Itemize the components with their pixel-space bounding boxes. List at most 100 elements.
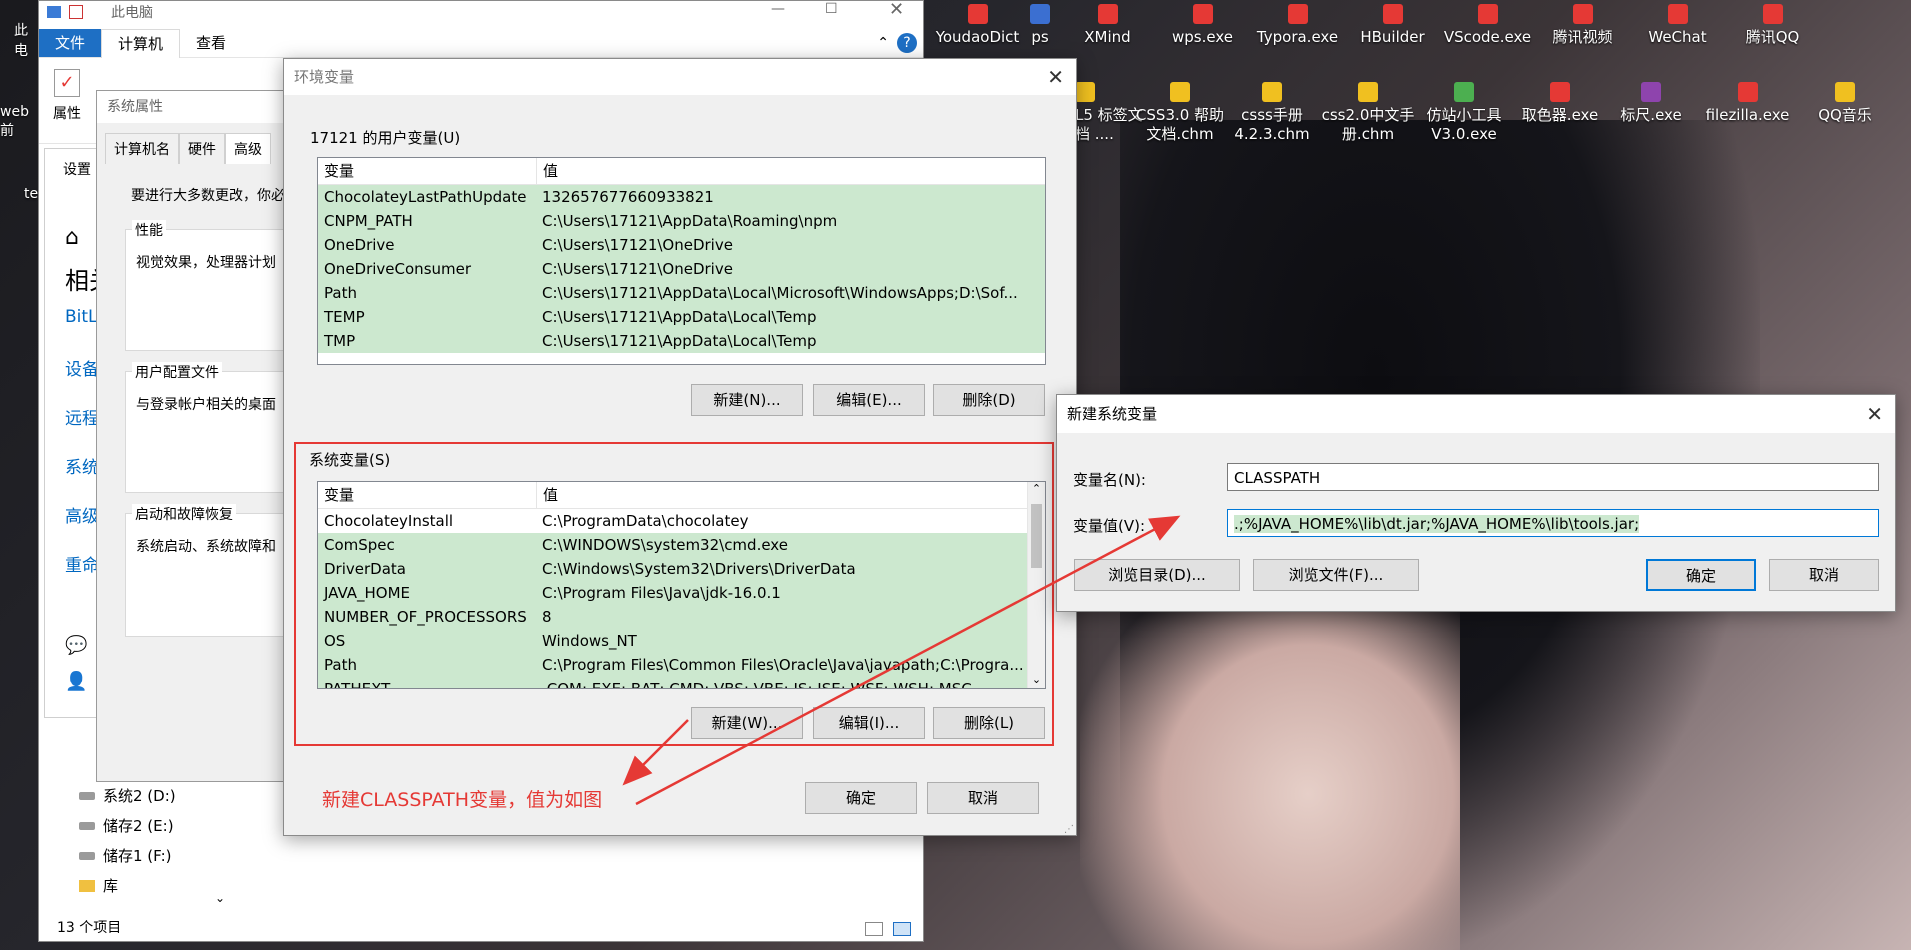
scrollbar-down-icon[interactable]: ⌄ bbox=[215, 891, 225, 905]
ribbon-collapse-icon[interactable]: ⌃ bbox=[877, 35, 889, 51]
desktop-icon-wps[interactable]: wps.exe bbox=[1155, 2, 1250, 47]
minimize-icon[interactable]: — bbox=[771, 1, 785, 17]
wallpaper-figure bbox=[1080, 560, 1460, 950]
item-count: 13 个项目 bbox=[57, 920, 122, 936]
close-icon[interactable]: ✕ bbox=[889, 0, 904, 20]
tab-view[interactable]: 查看 bbox=[180, 29, 242, 57]
system-new-button[interactable]: 新建(W)... bbox=[691, 707, 803, 739]
maximize-icon[interactable]: ☐ bbox=[825, 1, 838, 17]
desktop-icon-css2-doc[interactable]: css2.0中文手册.chm bbox=[1318, 80, 1418, 144]
table-row[interactable]: ComSpec C:\WINDOWS\system32\cmd.exe bbox=[318, 533, 1027, 557]
system-variables-list[interactable]: 变量 值 ChocolateyInstall C:\ProgramData\cho… bbox=[317, 481, 1046, 689]
browse-directory-button[interactable]: 浏览目录(D)... bbox=[1074, 559, 1240, 591]
desktop-icon-fangzhan-tool[interactable]: 仿站小工具V3.0.exe bbox=[1414, 80, 1514, 144]
settings-link-rename[interactable]: 重命 bbox=[65, 551, 99, 576]
tab-computer-name[interactable]: 计算机名 bbox=[105, 133, 179, 164]
table-row[interactable]: OneDrive C:\Users\17121\OneDrive bbox=[318, 233, 1045, 257]
desktop-icon-css3-doc[interactable]: CSS3.0 帮助文档.chm bbox=[1130, 80, 1230, 144]
status-bar: 13 个项目 bbox=[39, 915, 923, 941]
scroll-up-icon[interactable]: ⌃ bbox=[1028, 482, 1045, 495]
scroll-thumb[interactable] bbox=[1031, 504, 1042, 568]
group-performance: 性能 视觉效果，处理器计划 bbox=[125, 220, 307, 351]
settings-link-remote[interactable]: 远程 bbox=[65, 404, 99, 429]
variable-value-text: .;%JAVA_HOME%\lib\dt.jar;%JAVA_HOME%\lib… bbox=[1234, 515, 1640, 533]
desktop-icon-vscode[interactable]: VScode.exe bbox=[1440, 2, 1535, 47]
table-row[interactable]: OneDriveConsumer C:\Users\17121\OneDrive bbox=[318, 257, 1045, 281]
app-icon bbox=[1667, 4, 1688, 24]
desktop-icon-qq-music[interactable]: QQ音乐 bbox=[1795, 80, 1895, 125]
table-row[interactable]: CNPM_PATH C:\Users\17121\AppData\Roaming\… bbox=[318, 209, 1045, 233]
variable-value-input[interactable]: .;%JAVA_HOME%\lib\dt.jar;%JAVA_HOME%\lib… bbox=[1227, 509, 1879, 537]
tab-computer[interactable]: 计算机 bbox=[101, 28, 181, 58]
user-delete-button[interactable]: 删除(D) bbox=[933, 384, 1045, 416]
tab-hardware[interactable]: 硬件 bbox=[179, 133, 225, 164]
close-icon[interactable]: ✕ bbox=[1047, 59, 1064, 95]
user-variables-list[interactable]: 变量 值 ChocolateyLastPathUpdate 13265767766… bbox=[317, 157, 1046, 365]
app-icon bbox=[1287, 4, 1308, 24]
system-edit-button[interactable]: 编辑(I)... bbox=[813, 707, 925, 739]
desktop-icon-hbuilder[interactable]: HBuilder bbox=[1345, 2, 1440, 47]
close-icon[interactable]: ✕ bbox=[1866, 395, 1883, 433]
tab-advanced[interactable]: 高级 bbox=[225, 133, 271, 164]
table-row[interactable]: ChocolateyInstall C:\ProgramData\chocolat… bbox=[318, 509, 1027, 533]
settings-link-device[interactable]: 设备 bbox=[65, 355, 99, 380]
group-label: 性能 bbox=[132, 220, 166, 240]
table-row[interactable]: TMP C:\Users\17121\AppData\Local\Temp bbox=[318, 329, 1045, 353]
table-row[interactable]: JAVA_HOME C:\Program Files\Java\jdk-16.0.… bbox=[318, 581, 1027, 605]
group-text: 系统启动、系统故障和 bbox=[136, 539, 276, 555]
desktop-icon-color-picker[interactable]: 取色器.exe bbox=[1510, 80, 1610, 125]
desktop-icon-ruler[interactable]: 标尺.exe bbox=[1606, 80, 1696, 125]
feedback-icon[interactable]: 💬 bbox=[65, 635, 87, 656]
app-icon bbox=[1762, 4, 1783, 24]
nav-drive-d[interactable]: 系统2 (D:) bbox=[79, 781, 176, 811]
settings-link-system[interactable]: 系统 bbox=[65, 453, 99, 478]
chm-icon bbox=[1170, 82, 1190, 102]
table-row[interactable]: PATHEXT .COM;.EXE;.BAT;.CMD;.VBS;.VBE;.JS… bbox=[318, 677, 1027, 688]
table-row[interactable]: OS Windows_NT bbox=[318, 629, 1027, 653]
desktop-icon-tencent-video[interactable]: 腾讯视频 bbox=[1535, 2, 1630, 47]
environment-variables-dialog: 环境变量 ✕ 17121 的用户变量(U) 变量 值 ChocolateyLas… bbox=[283, 58, 1077, 836]
system-list-scrollbar[interactable]: ⌃ ⌄ bbox=[1027, 482, 1045, 688]
user-new-button[interactable]: 新建(N)... bbox=[691, 384, 803, 416]
table-row[interactable]: DriverData C:\Windows\System32\Drivers\Dr… bbox=[318, 557, 1027, 581]
nav-drive-e[interactable]: 储存2 (E:) bbox=[79, 811, 176, 841]
desktop-icon-csss-doc[interactable]: csss手册4.2.3.chm bbox=[1222, 80, 1322, 144]
variable-name-input[interactable]: CLASSPATH bbox=[1227, 463, 1879, 491]
table-row[interactable]: NUMBER_OF_PROCESSORS 8 bbox=[318, 605, 1027, 629]
settings-link-advanced[interactable]: 高级 bbox=[65, 502, 99, 527]
drive-icon bbox=[79, 822, 95, 830]
user-edit-button[interactable]: 编辑(E)... bbox=[813, 384, 925, 416]
table-row[interactable]: Path C:\Users\17121\AppData\Local\Microso… bbox=[318, 281, 1045, 305]
group-label: 用户配置文件 bbox=[132, 362, 222, 382]
desktop-icon-qq[interactable]: 腾讯QQ bbox=[1725, 2, 1820, 47]
nav-library[interactable]: 库 bbox=[79, 871, 176, 901]
user-icon[interactable]: 👤 bbox=[65, 671, 87, 692]
tiles-view-icon[interactable] bbox=[893, 922, 911, 936]
table-row[interactable]: ChocolateyLastPathUpdate 1326576776609338… bbox=[318, 185, 1045, 209]
column-header-variable: 变量 bbox=[318, 158, 537, 184]
desktop-icon-typora[interactable]: Typora.exe bbox=[1250, 2, 1345, 47]
properties-button[interactable]: ✓ 属性 bbox=[47, 69, 87, 123]
app-icon bbox=[1550, 82, 1570, 102]
ok-button[interactable]: 确定 bbox=[1646, 559, 1756, 591]
system-delete-button[interactable]: 删除(L) bbox=[933, 707, 1045, 739]
desktop-icon-xmind[interactable]: XMind bbox=[1060, 2, 1155, 47]
details-view-icon[interactable] bbox=[865, 922, 883, 936]
help-icon[interactable]: ? bbox=[897, 33, 917, 53]
desktop-icon-wechat[interactable]: WeChat bbox=[1630, 2, 1725, 47]
browse-file-button[interactable]: 浏览文件(F)... bbox=[1253, 559, 1419, 591]
resize-grip-icon[interactable]: ⋰ bbox=[1064, 824, 1074, 835]
tab-file[interactable]: 文件 bbox=[39, 29, 102, 57]
cancel-button[interactable]: 取消 bbox=[927, 782, 1039, 814]
scroll-down-icon[interactable]: ⌄ bbox=[1028, 673, 1045, 686]
app-icon bbox=[1641, 82, 1661, 102]
checkbox-icon[interactable] bbox=[69, 5, 83, 19]
ok-button[interactable]: 确定 bbox=[805, 782, 917, 814]
nav-drive-f[interactable]: 储存1 (F:) bbox=[79, 841, 176, 871]
desktop-icon-filezilla[interactable]: filezilla.exe bbox=[1695, 80, 1800, 125]
app-icon bbox=[1454, 82, 1474, 102]
home-icon[interactable]: ⌂ bbox=[65, 225, 79, 250]
table-row[interactable]: TEMP C:\Users\17121\AppData\Local\Temp bbox=[318, 305, 1045, 329]
table-row[interactable]: Path C:\Program Files\Common Files\Oracle… bbox=[318, 653, 1027, 677]
cancel-button[interactable]: 取消 bbox=[1769, 559, 1879, 591]
